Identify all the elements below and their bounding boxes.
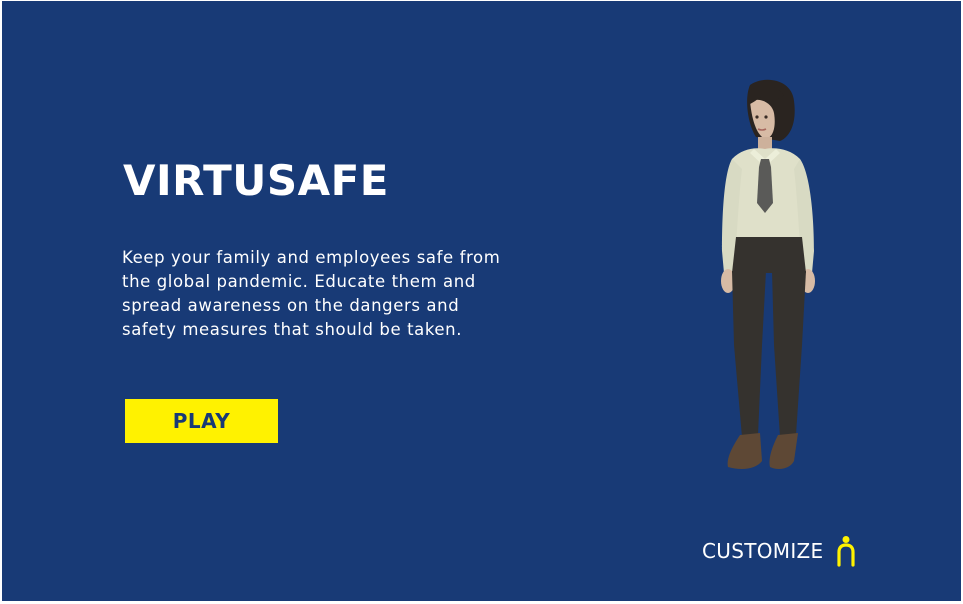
customize-label: CUSTOMIZE	[702, 539, 824, 563]
character-avatar	[721, 79, 815, 469]
person-icon	[837, 536, 856, 567]
game-title: VIRTUSAFE	[123, 156, 389, 205]
customize-button[interactable]: CUSTOMIZE	[702, 534, 857, 568]
play-button[interactable]: PLAY	[125, 399, 278, 443]
main-menu-screen: VIRTUSAFE Keep your family and employees…	[2, 1, 961, 601]
game-description: Keep your family and employees safe from…	[122, 248, 501, 339]
